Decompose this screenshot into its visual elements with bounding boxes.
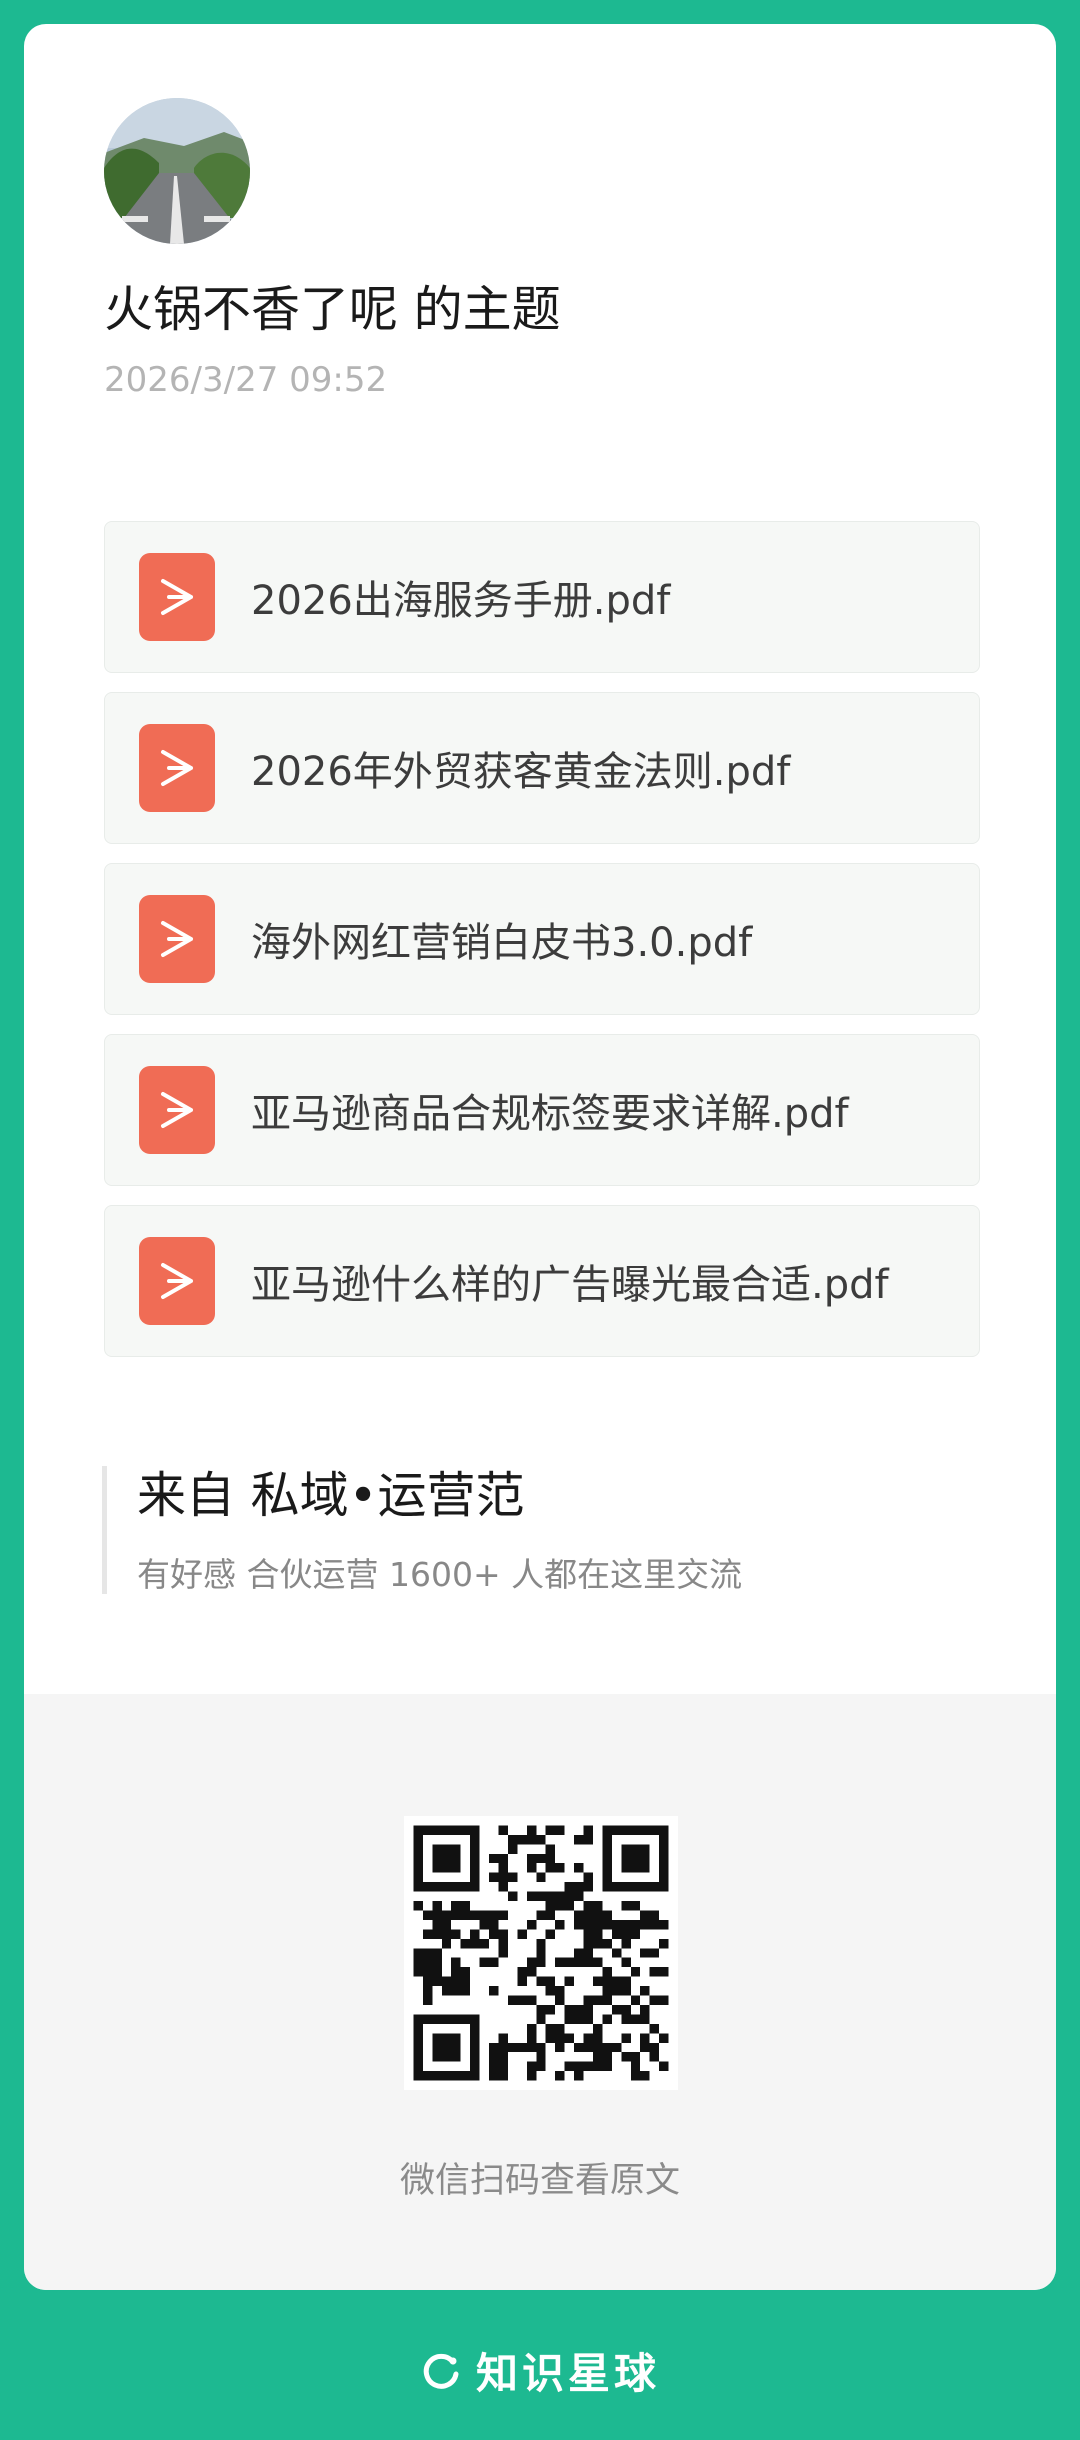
file-item[interactable]: 亚马逊什么样的广告曝光最合适.pdf — [104, 1205, 980, 1357]
file-item[interactable]: 海外网红营销白皮书3.0.pdf — [104, 863, 980, 1015]
source-group[interactable]: 来自 私域•运营范 有好感 合伙运营 1600+ 人都在这里交流 — [102, 1466, 742, 1594]
source-group-subtitle: 有好感 合伙运营 1600+ 人都在这里交流 — [137, 1555, 743, 1594]
source-group-title: 来自 私域•运营范 — [137, 1467, 525, 1524]
post-date: 2026/3/27 09:52 — [104, 360, 388, 400]
file-name: 亚马逊商品合规标签要求详解.pdf — [251, 1091, 849, 1137]
pdf-icon — [139, 724, 215, 812]
pdf-icon — [139, 895, 215, 983]
qr-section: 微信扫码查看原文 — [24, 1694, 1056, 2290]
file-name: 海外网红营销白皮书3.0.pdf — [251, 920, 753, 966]
pdf-icon — [139, 553, 215, 641]
file-item[interactable]: 2026年外贸获客黄金法则.pdf — [104, 692, 980, 844]
pdf-icon — [139, 1237, 215, 1325]
file-item[interactable]: 亚马逊商品合规标签要求详解.pdf — [104, 1034, 980, 1186]
file-item[interactable]: 2026出海服务手册.pdf — [104, 521, 980, 673]
post-card: 火锅不香了呢 的主题 2026/3/27 09:52 2026出海服务手册.pd… — [24, 24, 1056, 2290]
brand-footer: 知识星球 — [0, 2340, 1080, 2401]
file-name: 2026年外贸获客黄金法则.pdf — [251, 749, 791, 795]
avatar[interactable] — [104, 98, 250, 244]
qr-caption: 微信扫码查看原文 — [399, 2161, 680, 2201]
zsxq-logo-icon — [423, 2353, 459, 2389]
brand-name: 知识星球 — [475, 2349, 660, 2398]
qr-code[interactable] — [404, 1816, 678, 2090]
file-name: 2026出海服务手册.pdf — [251, 578, 671, 624]
file-name: 亚马逊什么样的广告曝光最合适.pdf — [251, 1262, 889, 1308]
pdf-icon — [139, 1066, 215, 1154]
file-list: 2026出海服务手册.pdf 2026年外贸获客黄金法则.pdf 海外网红营销白… — [104, 521, 980, 1376]
post-title: 火锅不香了呢 的主题 — [104, 281, 561, 338]
